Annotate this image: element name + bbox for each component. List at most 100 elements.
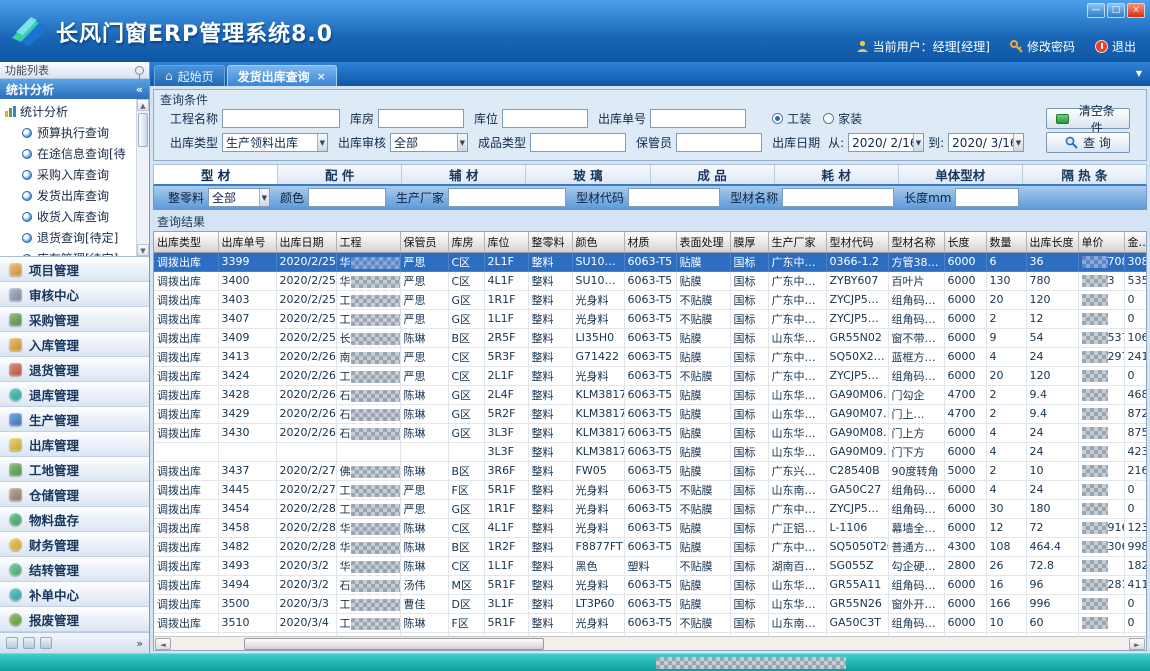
column-header[interactable]: 生产厂家 (768, 232, 826, 252)
tree-item[interactable]: 退货查询[待定] (2, 227, 135, 248)
sidebar-item-outbound[interactable]: 出库管理 (0, 432, 149, 457)
tree-item[interactable]: 发货出库查询 (2, 185, 135, 206)
column-header[interactable]: 单价 (1078, 232, 1124, 252)
column-header[interactable]: 出库类型 (154, 232, 218, 252)
clear-conditions-button[interactable]: 清空条件 (1046, 108, 1130, 129)
column-header[interactable]: 出库单号 (218, 232, 276, 252)
sidebar-item-audit-center[interactable]: 审核中心 (0, 282, 149, 307)
outbound-type-select[interactable]: 生产领料出库▼ (222, 133, 328, 152)
tree-item[interactable]: 采购入库查询 (2, 164, 135, 185)
radio-selected[interactable]: 工装 (772, 110, 811, 127)
column-header[interactable]: 工程 (336, 232, 400, 252)
scroll-down-button[interactable]: ▼ (137, 244, 149, 256)
table-row[interactable]: 调拨出库34282020/2/26石城陈琳G区2L4F整料KLM38176063… (154, 385, 1146, 404)
table-row[interactable]: 调拨出库34942020/3/2石辉城汤伟M区5R1F整料光身料6063-T5贴… (154, 575, 1146, 594)
sidebar-item-return-goods[interactable]: 退货管理 (0, 357, 149, 382)
sidebar-item-production[interactable]: 生产管理 (0, 407, 149, 432)
scroll-up-button[interactable]: ▲ (137, 99, 149, 111)
profile-code-input[interactable] (628, 188, 720, 207)
sidebar-item-sites[interactable]: 工地管理 (0, 457, 149, 482)
product-type-input[interactable] (530, 133, 626, 152)
sidebar-item-storage[interactable]: 仓储管理 (0, 482, 149, 507)
table-row[interactable]: 调拨出库34542020/2/28工共工程严思G区1R1F整料光身料6063-T… (154, 499, 1146, 518)
warehouse-input[interactable] (378, 109, 464, 128)
sidebar-item-projects[interactable]: 项目管理 (0, 257, 149, 282)
logout-button[interactable]: 退出 (1095, 38, 1136, 55)
custodian-input[interactable] (676, 133, 762, 152)
column-header[interactable]: 出库长度 (1026, 232, 1078, 252)
table-row[interactable]: 调拨出库34302020/2/26石城陈琳G区3L3F整料KLM38176063… (154, 423, 1146, 442)
tree-item[interactable]: 在途信息查询[待 (2, 143, 135, 164)
column-header[interactable]: 型材名称 (888, 232, 944, 252)
table-row[interactable]: 调拨出库34092020/2/25长网陈琳B区2R5F整料LI35H06063-… (154, 328, 1146, 347)
table-row[interactable]: 调拨出库34582020/2/28华源陈琳C区4L1F整料光身料6063-T5贴… (154, 518, 1146, 537)
maximize-button[interactable]: □ (1107, 3, 1125, 18)
material-tab[interactable]: 单体型材 (899, 165, 1023, 184)
outbound-audit-select[interactable]: 全部▼ (390, 133, 468, 152)
column-header[interactable]: 型材代码 (826, 232, 888, 252)
profile-name-input[interactable] (782, 188, 894, 207)
scrollbar-thumb[interactable] (138, 113, 148, 147)
sidebar-item-return-warehouse[interactable]: 退库管理 (0, 382, 149, 407)
color-input[interactable] (308, 188, 386, 207)
table-row[interactable]: 调拨出库34002020/2/25华源严思C区4L1F整料SU10…6063-T… (154, 271, 1146, 290)
outbound-order-no-input[interactable] (650, 109, 746, 128)
project-name-input[interactable] (222, 109, 340, 128)
minimize-button[interactable]: — (1087, 3, 1105, 18)
material-tab[interactable]: 玻 璃 (526, 165, 650, 184)
table-row[interactable]: 调拨出库34822020/2/28华源陈琳B区1R2F整料F8877FT6063… (154, 537, 1146, 556)
column-header[interactable]: 数量 (986, 232, 1026, 252)
date-to-picker[interactable]: 2020/ 3/16 ▼ (948, 133, 1024, 152)
change-password-link[interactable]: 修改密码 (1010, 38, 1075, 55)
tree-root[interactable]: 统计分析 (2, 101, 135, 122)
storage-location-input[interactable] (502, 109, 588, 128)
column-header[interactable]: 金… (1124, 232, 1146, 252)
table-row[interactable]: 调拨出库34292020/2/26石城陈琳G区5R2F整料KLM38176063… (154, 404, 1146, 423)
length-mm-input[interactable] (955, 188, 1019, 207)
material-tab[interactable]: 配 件 (278, 165, 402, 184)
sidebar-item-scrap[interactable]: 报废管理 (0, 607, 149, 632)
tree-item[interactable]: 收货入库查询 (2, 206, 135, 227)
close-icon[interactable]: × (317, 70, 326, 83)
scrollbar-thumb[interactable] (244, 638, 544, 650)
date-from-picker[interactable]: 2020/ 2/16 ▼ (848, 133, 924, 152)
footer-module-icon-3[interactable] (40, 637, 52, 649)
tab-shipment-outbound-query[interactable]: 发货出库查询 × (227, 65, 337, 86)
tab-list-chevron-icon[interactable]: ▼ (1136, 69, 1142, 78)
material-tab[interactable]: 型 材 (154, 165, 278, 184)
close-button[interactable]: × (1127, 3, 1145, 18)
tree-item[interactable]: 预算执行查询 (2, 122, 135, 143)
table-row[interactable]: 调拨出库35002020/3/3工共工程曹佳D区3L1F整料LT3P606063… (154, 594, 1146, 613)
material-tab[interactable]: 成 品 (651, 165, 775, 184)
sidebar-item-purchasing[interactable]: 采购管理 (0, 307, 149, 332)
column-header[interactable]: 表面处理 (676, 232, 730, 252)
footer-module-icon-2[interactable] (23, 637, 35, 649)
sidebar-item-replenishment[interactable]: 补单中心 (0, 582, 149, 607)
sidebar-item-carryover[interactable]: 结转管理 (0, 557, 149, 582)
manufacturer-input[interactable] (448, 188, 566, 207)
table-row[interactable]: 调拨出库34132020/2/26南川严思C区5R3F整料G714226063-… (154, 347, 1146, 366)
sidebar-item-inbound[interactable]: 入库管理 (0, 332, 149, 357)
table-row[interactable]: 调拨出库33992020/2/25华源严思C区2L1F整料SU10…6063-T… (154, 252, 1146, 271)
tree-item[interactable]: 库存管理[待定] (2, 248, 135, 257)
table-row[interactable]: 调拨出库34072020/2/25工共工程严思G区1L1F整料光身料6063-T… (154, 309, 1146, 328)
group-header-statistics[interactable]: 统计分析 « (0, 79, 149, 99)
column-header[interactable]: 整零料 (528, 232, 572, 252)
sidebar-item-finance[interactable]: 财务管理 (0, 532, 149, 557)
material-tab[interactable]: 辅 材 (402, 165, 526, 184)
scroll-left-button[interactable]: ◄ (155, 638, 171, 650)
column-header[interactable]: 长度 (944, 232, 986, 252)
column-header[interactable]: 库位 (484, 232, 528, 252)
whole-part-select[interactable]: 全部▼ (208, 188, 270, 207)
tab-start-page[interactable]: ⌂ 起始页 (154, 65, 225, 86)
pin-icon[interactable] (135, 66, 144, 75)
table-row[interactable]: 调拨出库34032020/2/25工共工程严思G区1R1F整料光身料6063-T… (154, 290, 1146, 309)
table-row[interactable]: 3L3F整料KLM38176063-T5贴膜国标山东华…GA90M09…门下方6… (154, 442, 1146, 461)
table-row[interactable]: 调拨出库35102020/3/4工共工程陈琳F区5R1F整料光身料6063-T5… (154, 613, 1146, 632)
sidebar-item-inventory[interactable]: 物料盘存 (0, 507, 149, 532)
table-row[interactable]: 调拨出库34452020/2/27工共工程严思F区5R1F整料光身料6063-T… (154, 480, 1146, 499)
table-row[interactable]: 调拨出库34242020/2/26工工程严思C区2L1F整料光身料6063-T5… (154, 366, 1146, 385)
column-header[interactable]: 材质 (624, 232, 676, 252)
radio-option[interactable]: 家装 (823, 110, 862, 127)
scroll-right-button[interactable]: ► (1129, 638, 1145, 650)
